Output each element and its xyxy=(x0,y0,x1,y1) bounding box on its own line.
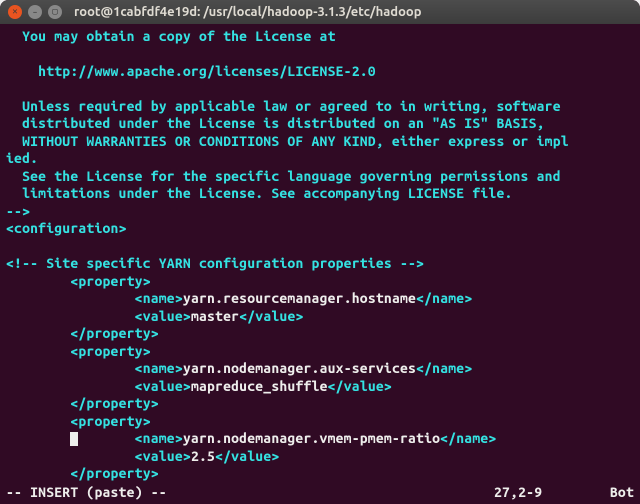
license-text: ied. xyxy=(6,150,634,168)
property-open: <property> xyxy=(6,413,634,431)
property-name: <name>yarn.nodemanager.vmem-pmem-ratio</… xyxy=(6,430,634,448)
titlebar: ✕ – ▢ root@1cabfdf4e19d: /usr/local/hado… xyxy=(0,0,640,24)
vim-location: Bot xyxy=(594,484,634,500)
license-text: Unless required by applicable law or agr… xyxy=(6,98,634,116)
property-value: <value>master</value> xyxy=(6,308,634,326)
property-close: </property> xyxy=(6,325,634,343)
property-name: <name>yarn.resourcemanager.hostname</nam… xyxy=(6,290,634,308)
property-value: <value>mapreduce_shuffle</value> xyxy=(6,378,634,396)
property-open: <property> xyxy=(6,273,634,291)
property-value: <value>2.5</value> xyxy=(6,448,634,466)
license-text: See the License for the specific languag… xyxy=(6,168,634,186)
vim-statusbar: -- INSERT (paste) -- 27,2-9 Bot xyxy=(6,484,634,500)
xml-tag: <configuration> xyxy=(6,220,634,238)
window-title: root@1cabfdf4e19d: /usr/local/hadoop-3.1… xyxy=(74,5,422,19)
property-close: </property> xyxy=(6,465,634,483)
property-open: <property> xyxy=(6,343,634,361)
license-text: You may obtain a copy of the License at xyxy=(6,28,634,46)
license-url: http://www.apache.org/licenses/LICENSE-2… xyxy=(6,63,634,81)
maximize-icon[interactable]: ▢ xyxy=(48,5,62,19)
vim-position: 27,2-9 xyxy=(494,484,594,500)
comment-close: --> xyxy=(6,203,634,221)
xml-comment: <!-- Site specific YARN configuration pr… xyxy=(6,255,634,273)
minimize-icon[interactable]: – xyxy=(28,5,42,19)
close-icon[interactable]: ✕ xyxy=(8,5,22,19)
vim-mode: -- INSERT (paste) -- xyxy=(6,484,494,500)
license-text: distributed under the License is distrib… xyxy=(6,115,634,133)
property-name: <name>yarn.nodemanager.aux-services</nam… xyxy=(6,360,634,378)
terminal-body[interactable]: You may obtain a copy of the License at … xyxy=(0,24,640,504)
terminal-window: ✕ – ▢ root@1cabfdf4e19d: /usr/local/hado… xyxy=(0,0,640,504)
property-close: </property> xyxy=(6,395,634,413)
license-text: WITHOUT WARRANTIES OR CONDITIONS OF ANY … xyxy=(6,133,634,151)
license-text: limitations under the License. See accom… xyxy=(6,185,634,203)
